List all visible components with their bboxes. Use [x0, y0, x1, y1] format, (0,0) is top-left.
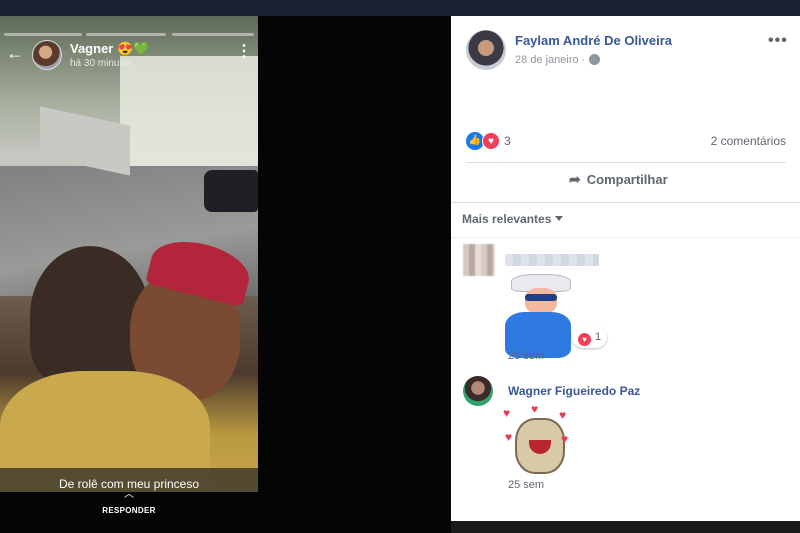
reaction-count: 3 — [504, 134, 511, 148]
comment-count-link[interactable]: 2 comentários — [711, 134, 786, 148]
share-arrow-icon: ➦ — [569, 171, 581, 187]
heart-icon: ♥ — [561, 432, 569, 446]
divider — [451, 237, 800, 238]
chevron-up-icon: ︿ — [124, 489, 134, 500]
avatar[interactable] — [466, 30, 506, 70]
sticker-glasses — [525, 294, 557, 301]
more-options-icon[interactable]: ••• — [768, 32, 788, 50]
story-photo-car — [204, 170, 258, 212]
post-date[interactable]: 28 de janeiro · — [515, 54, 601, 66]
comment-reaction-badge[interactable]: ♥ 1 — [572, 326, 608, 348]
heart-icon: ♥ — [578, 333, 591, 346]
blurred-commenter-name — [505, 254, 599, 266]
comment-timestamp[interactable]: 25 sem — [508, 479, 544, 491]
comment-sort-dropdown[interactable]: Mais relevantes — [462, 212, 564, 226]
heart-icon: ♥ — [482, 132, 500, 150]
divider — [451, 202, 800, 203]
heart-icon: ♥ — [505, 430, 513, 444]
screen: ← Vagner 😍💚 há 30 minutos ⋮ De rolê com … — [0, 0, 800, 533]
caret-down-icon — [555, 216, 564, 221]
comment-timestamp[interactable]: 25 sem — [508, 350, 544, 362]
commenter-name[interactable]: Wagner Figueiredo Paz — [508, 384, 640, 398]
avatar[interactable] — [463, 244, 495, 276]
story-viewer[interactable]: ← Vagner 😍💚 há 30 minutos ⋮ De rolê com … — [0, 16, 258, 492]
reply-button[interactable]: ︿ RESPONDER — [0, 490, 258, 520]
more-options-icon[interactable]: ⋮ — [236, 44, 252, 60]
share-label: Compartilhar — [586, 172, 668, 187]
story-header: ← Vagner 😍💚 há 30 minutos ⋮ — [0, 36, 258, 76]
divider — [466, 162, 786, 163]
bottom-edge — [451, 521, 800, 533]
heart-icon: ♥ — [559, 408, 567, 422]
sort-label: Mais relevantes — [462, 212, 552, 226]
sticker-head — [525, 288, 557, 314]
story-timestamp: há 30 minutos — [70, 58, 133, 69]
post-author-name[interactable]: Faylam André De Oliveira — [515, 33, 672, 48]
heart-icon: ♥ — [503, 406, 511, 420]
reactions-summary[interactable]: 👍 ♥ 3 2 comentários — [466, 132, 786, 152]
post-date-text: 28 de janeiro · — [515, 54, 586, 66]
sticker-image — [501, 268, 583, 358]
heart-icon: ♥ — [531, 402, 539, 416]
comment-reaction-count: 1 — [595, 331, 602, 343]
share-button[interactable]: ➦ Compartilhar — [569, 171, 668, 193]
avatar[interactable] — [463, 376, 493, 406]
post-panel: Faylam André De Oliveira 28 de janeiro ·… — [451, 16, 800, 521]
sticker-image: ♥ ♥ ♥ ♥ ♥ — [503, 402, 573, 476]
reply-label: RESPONDER — [102, 506, 156, 515]
globe-icon — [589, 54, 601, 65]
back-arrow-icon[interactable]: ← — [6, 44, 24, 62]
facebook-top-bar — [0, 0, 800, 16]
story-author-name[interactable]: Vagner 😍💚 — [70, 41, 149, 57]
avatar[interactable] — [32, 40, 62, 70]
